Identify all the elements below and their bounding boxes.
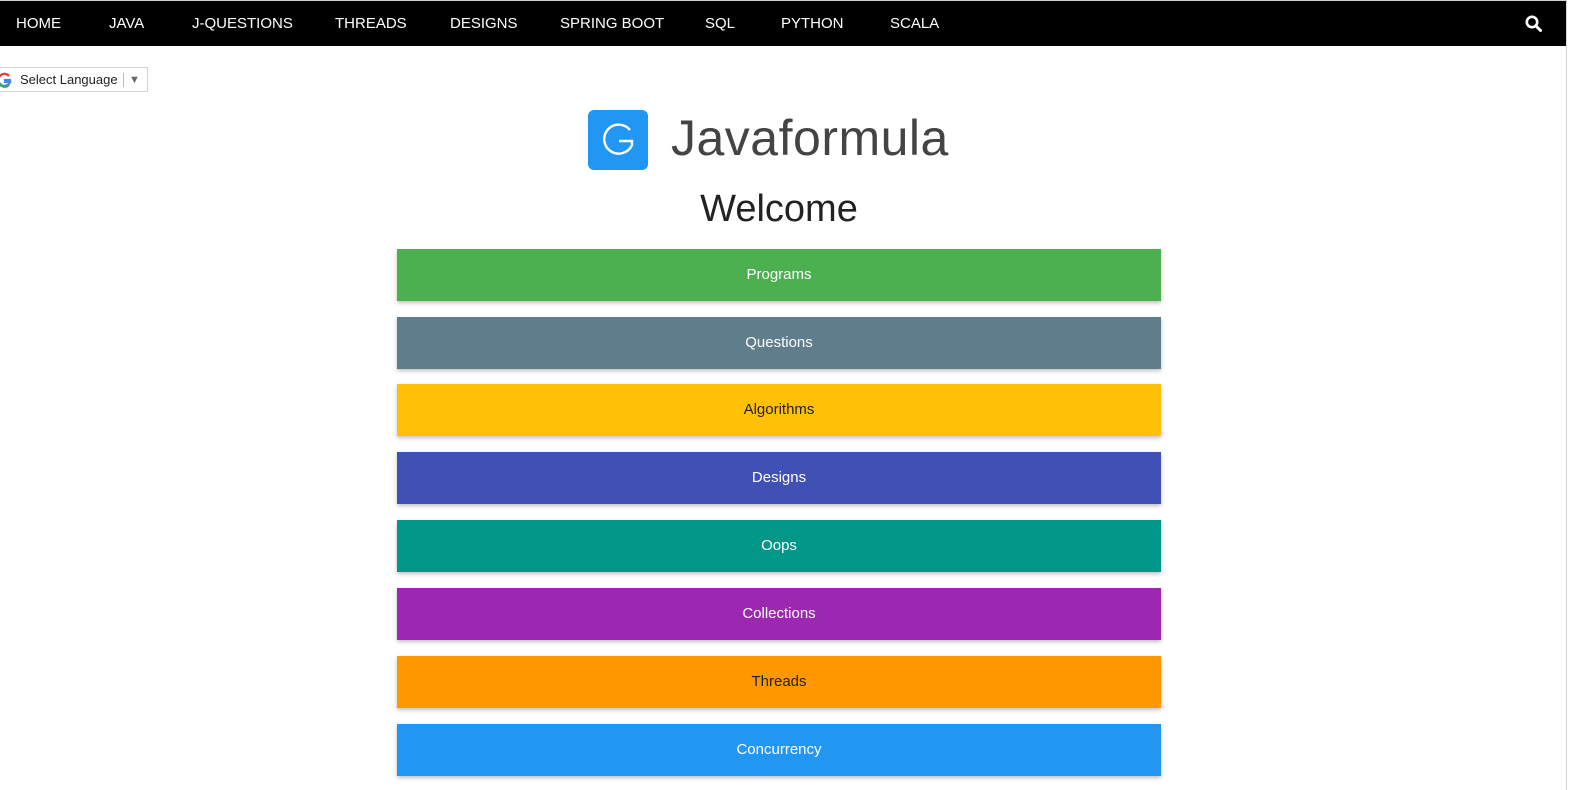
nav-item-sql[interactable]: SQL: [705, 1, 735, 47]
questions-button[interactable]: Questions: [397, 317, 1161, 369]
nav-item-threads[interactable]: THREADS: [335, 1, 407, 47]
language-select[interactable]: Select Language ▼: [0, 67, 148, 92]
programs-button[interactable]: Programs: [397, 249, 1161, 301]
top-navbar: HOME JAVA J-QUESTIONS THREADS DESIGNS SP…: [0, 0, 1566, 46]
page: HOME JAVA J-QUESTIONS THREADS DESIGNS SP…: [0, 0, 1578, 790]
nav-item-java[interactable]: JAVA: [109, 1, 144, 47]
logo-text: Javaformula: [671, 110, 949, 166]
threads-button[interactable]: Threads: [397, 656, 1161, 708]
collections-button[interactable]: Collections: [397, 588, 1161, 640]
logo-badge: [588, 110, 648, 170]
nav-item-python[interactable]: PYTHON: [781, 1, 844, 47]
search-icon: [1525, 15, 1542, 32]
nav-item-designs[interactable]: DESIGNS: [450, 1, 518, 47]
designs-button[interactable]: Designs: [397, 452, 1161, 504]
logo-g-icon: [603, 123, 634, 155]
scrollbar[interactable]: [1566, 0, 1578, 790]
welcome-heading: Welcome: [700, 188, 858, 230]
search-button[interactable]: [1524, 14, 1544, 34]
concurrency-button[interactable]: Concurrency: [397, 724, 1161, 776]
algorithms-button[interactable]: Algorithms: [397, 384, 1161, 436]
dropdown-arrow-icon: ▼: [129, 74, 140, 86]
nav-item-spring-boot[interactable]: SPRING BOOT: [560, 1, 664, 47]
nav-item-j-questions[interactable]: J-QUESTIONS: [192, 1, 293, 47]
google-icon: [0, 72, 12, 88]
oops-button[interactable]: Oops: [397, 520, 1161, 572]
nav-item-scala[interactable]: SCALA: [890, 1, 939, 47]
language-select-label: Select Language: [20, 72, 118, 87]
divider: [123, 73, 124, 87]
nav-item-home[interactable]: HOME: [16, 1, 61, 47]
